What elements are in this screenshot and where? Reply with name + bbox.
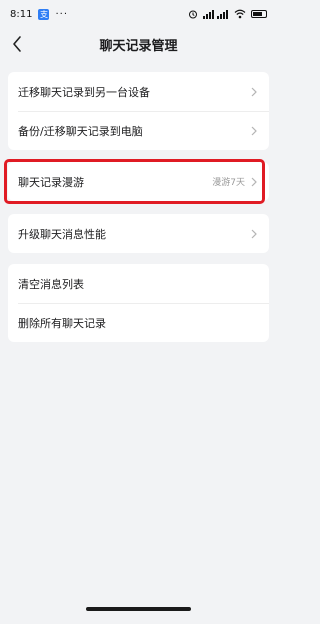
delete-all-chats-label: 删除所有聊天记录 (18, 316, 106, 330)
home-indicator (86, 607, 191, 611)
upgrade-performance-item[interactable]: 升级聊天消息性能 (8, 214, 269, 253)
performance-group: 升级聊天消息性能 (8, 214, 269, 253)
navigation-bar: 聊天记录管理 (0, 28, 277, 60)
chevron-right-icon (251, 177, 257, 186)
battery-icon (251, 10, 267, 18)
alarm-icon (189, 10, 197, 19)
status-time: 8:11 (10, 8, 33, 20)
status-left: 8:11 支 ··· (10, 8, 69, 20)
status-bar: 8:11 支 ··· (0, 0, 277, 28)
chevron-right-icon (251, 87, 257, 96)
page-title: 聊天记录管理 (99, 38, 178, 54)
clear-group: 清空消息列表 删除所有聊天记录 (8, 264, 269, 342)
migration-group: 迁移聊天记录到另一台设备 备份/迁移聊天记录到电脑 (8, 72, 269, 150)
signal-icon (203, 10, 228, 19)
clear-message-list-label: 清空消息列表 (18, 277, 84, 291)
upgrade-performance-label: 升级聊天消息性能 (18, 227, 106, 241)
delete-all-chats-item[interactable]: 删除所有聊天记录 (8, 303, 269, 342)
chevron-right-icon (251, 126, 257, 135)
status-right (188, 9, 267, 19)
wifi-icon (234, 9, 246, 19)
back-arrow-icon[interactable] (6, 32, 30, 56)
chat-roaming-label: 聊天记录漫游 (18, 175, 84, 189)
chat-roaming-value: 漫游7天 (212, 178, 245, 188)
migrate-to-device-label: 迁移聊天记录到另一台设备 (18, 85, 150, 99)
migrate-to-device-item[interactable]: 迁移聊天记录到另一台设备 (8, 72, 269, 111)
chevron-right-icon (251, 229, 257, 238)
backup-to-computer-label: 备份/迁移聊天记录到电脑 (18, 124, 143, 138)
more-notifications-icon: ··· (55, 8, 69, 20)
backup-to-computer-item[interactable]: 备份/迁移聊天记录到电脑 (8, 111, 269, 150)
roaming-group: 聊天记录漫游 漫游7天 (8, 162, 269, 201)
app-notification-icon: 支 (38, 8, 50, 20)
clear-message-list-item[interactable]: 清空消息列表 (8, 264, 269, 303)
chat-roaming-item[interactable]: 聊天记录漫游 漫游7天 (8, 162, 269, 201)
